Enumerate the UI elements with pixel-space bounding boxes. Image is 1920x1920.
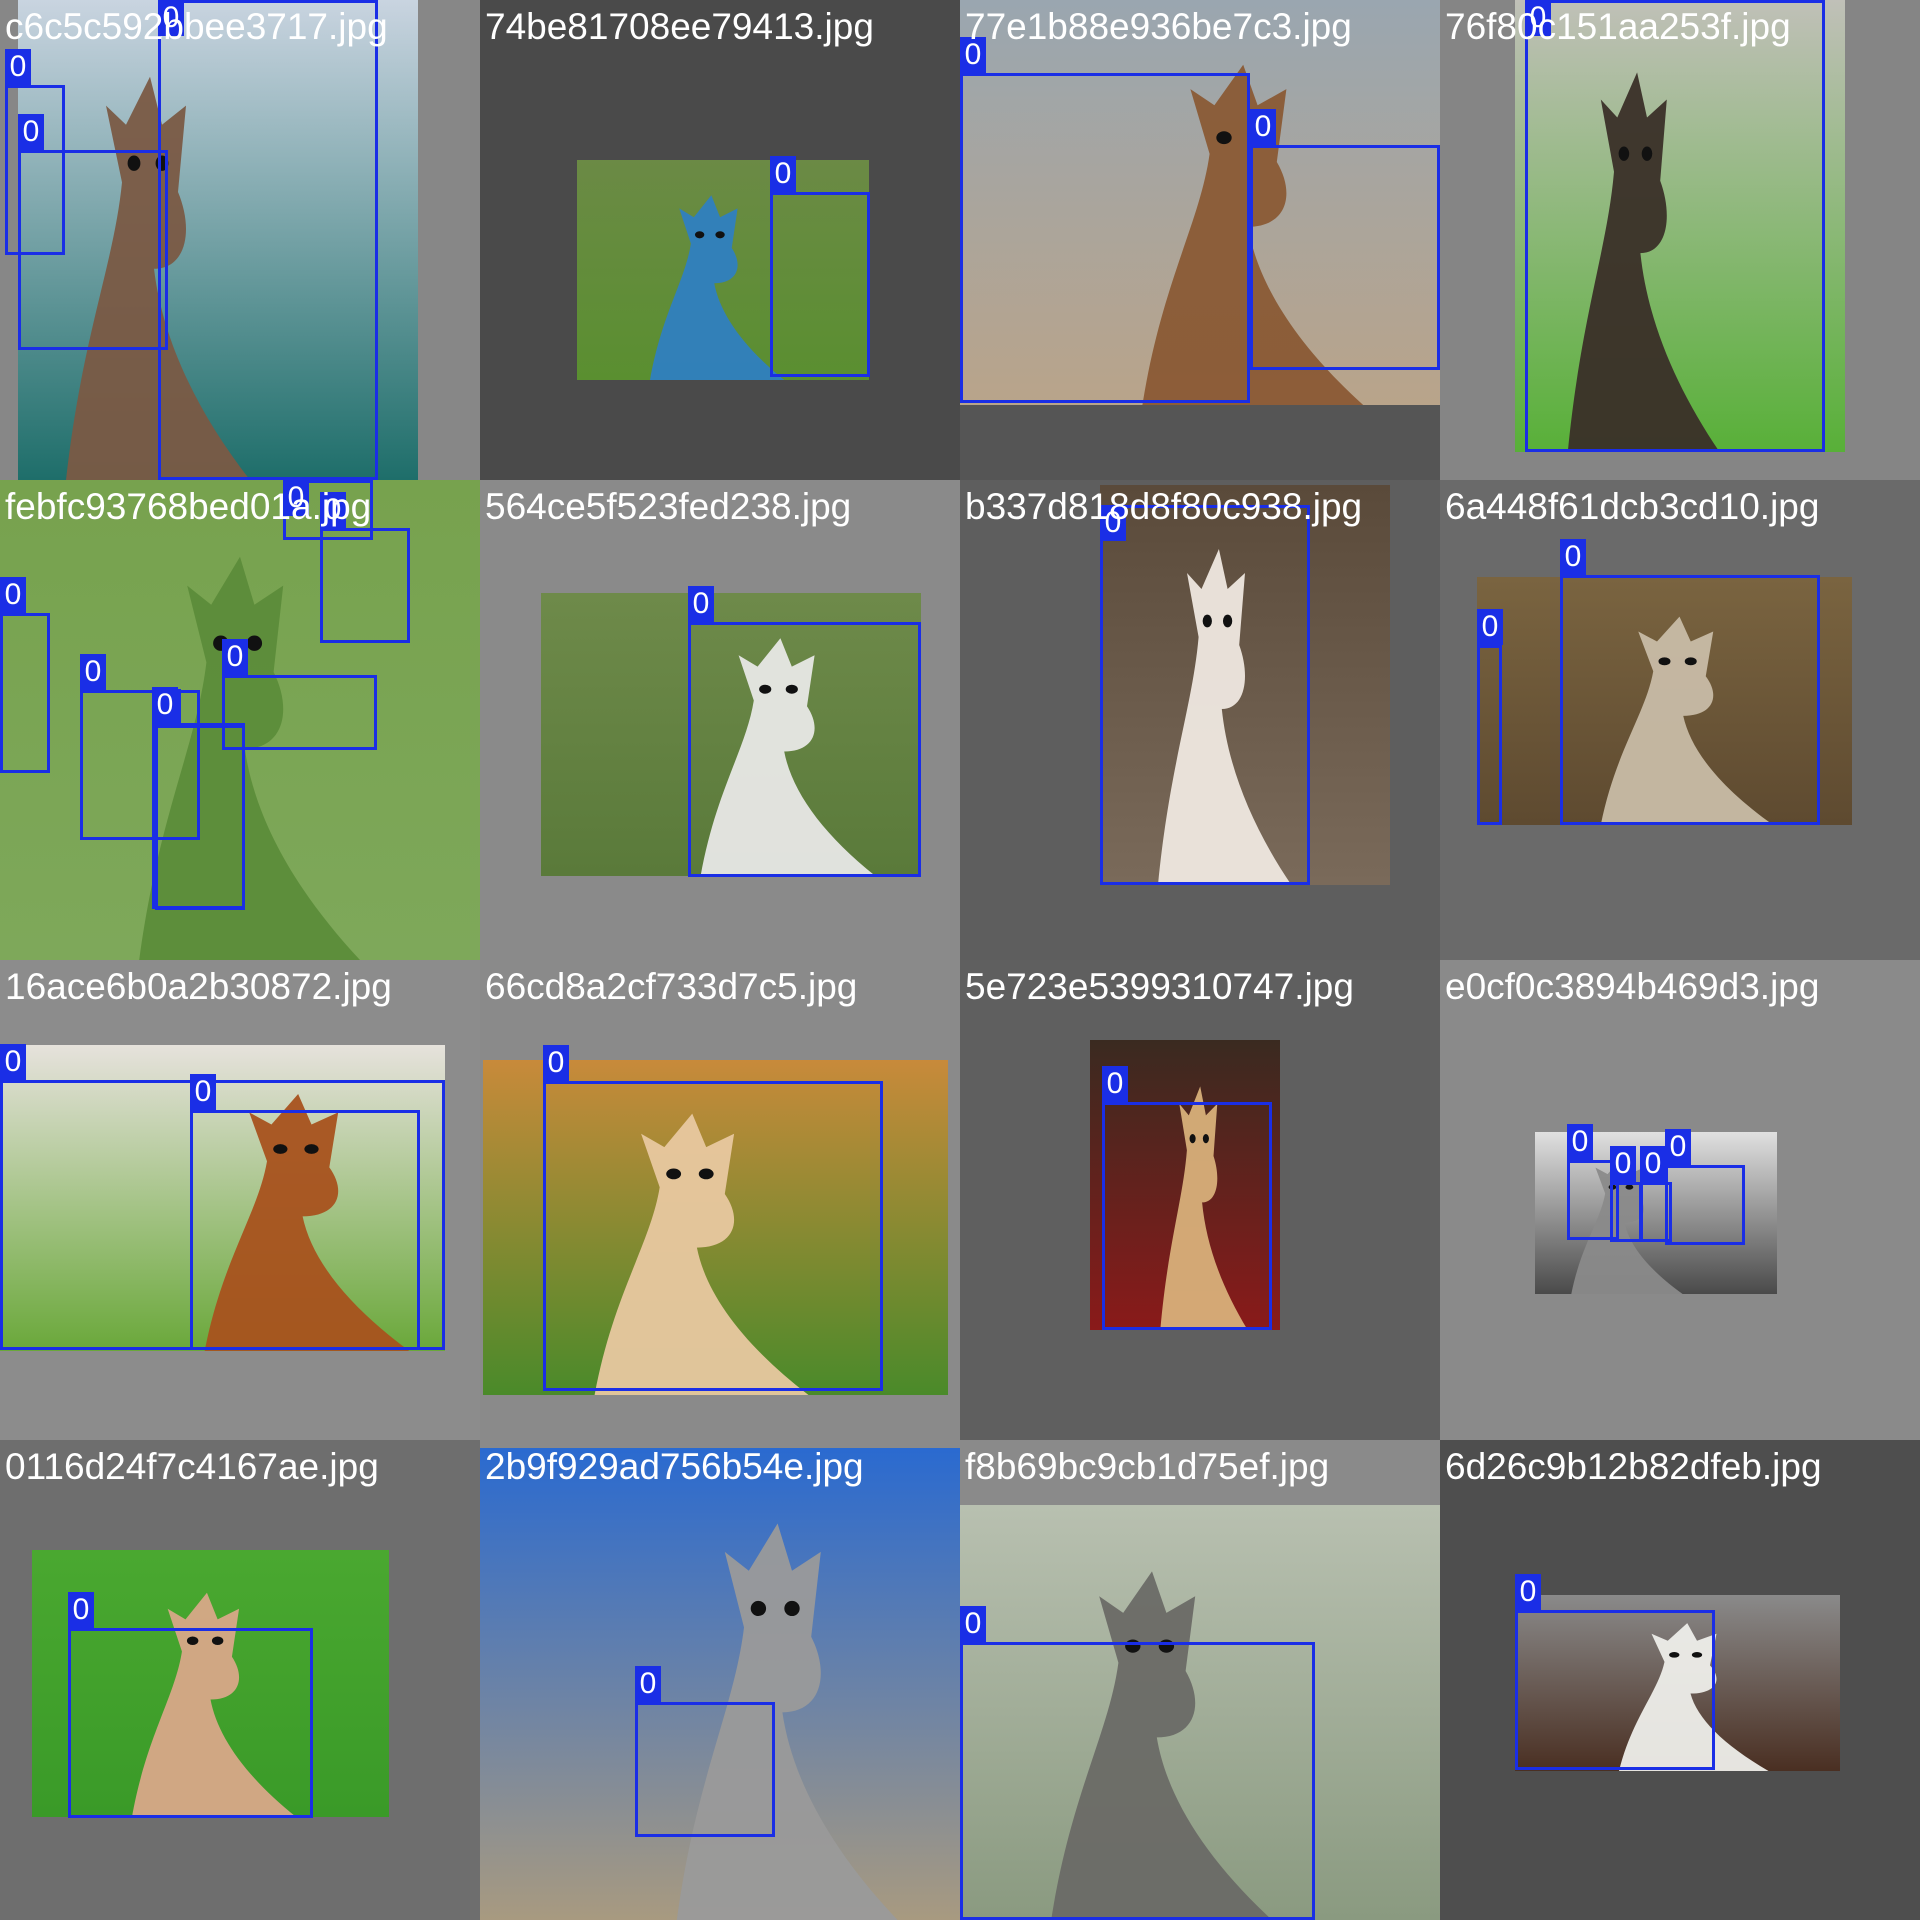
tile-filename: f8b69bc9cb1d75ef.jpg xyxy=(965,1446,1330,1487)
tile-filename: 16ace6b0a2b30872.jpg xyxy=(5,966,392,1007)
mosaic-tile: 0 76f80c151aa253f.jpg xyxy=(1440,0,1920,480)
detection-box: 0 xyxy=(1610,1146,1642,1242)
class-label: 0 xyxy=(1102,1066,1128,1102)
mosaic-tile: 0 b337d818d8f80c938.jpg xyxy=(960,480,1440,960)
class-label: 0 xyxy=(1640,1146,1666,1182)
tile-filename: 6d26c9b12b82dfeb.jpg xyxy=(1445,1446,1822,1487)
detection-box: 0 xyxy=(320,492,410,643)
tile-filename: 76f80c151aa253f.jpg xyxy=(1445,6,1791,47)
detection-box: 0 xyxy=(222,639,377,750)
tile-filename: febfc93768bed01a.jpg xyxy=(5,486,372,527)
mosaic-tile: 0 2b9f929ad756b54e.jpg xyxy=(480,1440,960,1920)
class-label: 0 xyxy=(1477,609,1503,645)
detection-box: 0 xyxy=(0,577,50,773)
detection-box: 0 xyxy=(1515,1574,1715,1770)
tile-filename: 6a448f61dcb3cd10.jpg xyxy=(1445,486,1820,527)
mosaic-tile: 0 66cd8a2cf733d7c5.jpg xyxy=(480,960,960,1440)
detection-box: 0 xyxy=(960,37,1250,403)
class-label: 0 xyxy=(770,156,796,192)
detection-box: 0 xyxy=(1250,109,1440,370)
detection-box: 0 xyxy=(1100,505,1310,885)
class-label: 0 xyxy=(190,1074,216,1110)
tile-filename: c6c5c592bbee3717.jpg xyxy=(5,6,388,47)
tile-filename: e0cf0c3894b469d3.jpg xyxy=(1445,966,1820,1007)
class-label: 0 xyxy=(1567,1124,1593,1160)
class-label: 0 xyxy=(635,1666,661,1702)
detection-box: 0 xyxy=(1477,609,1503,825)
tile-photo xyxy=(480,1448,960,1920)
class-label: 0 xyxy=(688,586,714,622)
mosaic-tile: 0 564ce5f523fed238.jpg xyxy=(480,480,960,960)
tile-filename: 74be81708ee79413.jpg xyxy=(485,6,874,47)
detection-box: 0 xyxy=(190,1074,420,1350)
detection-box: 0 xyxy=(635,1666,775,1837)
mosaic-tile: 0 f8b69bc9cb1d75ef.jpg xyxy=(960,1440,1440,1920)
mosaic-tile: 0 0 6a448f61dcb3cd10.jpg xyxy=(1440,480,1920,960)
class-label: 0 xyxy=(80,654,106,690)
mosaic-tile: 0 74be81708ee79413.jpg xyxy=(480,0,960,480)
detection-box: 0 xyxy=(152,687,245,909)
class-label: 0 xyxy=(152,687,178,723)
class-label: 0 xyxy=(543,1045,569,1081)
mosaic-tile: 0000000febfc93768bed01a.jpg xyxy=(0,480,480,960)
detection-box: 0 xyxy=(18,114,168,350)
class-label: 0 xyxy=(960,1606,986,1642)
detection-box: 0 xyxy=(688,586,921,877)
class-label: 0 xyxy=(0,577,26,613)
tile-filename: 5e723e5399310747.jpg xyxy=(965,966,1354,1007)
detection-box: 0 xyxy=(543,1045,883,1391)
class-label: 0 xyxy=(1610,1146,1636,1182)
mosaic-tile: 0 0 16ace6b0a2b30872.jpg xyxy=(0,960,480,1440)
class-label: 0 xyxy=(1250,109,1276,145)
detection-box: 0 xyxy=(1560,539,1820,825)
class-label: 0 xyxy=(222,639,248,675)
mosaic-tile: 0 6d26c9b12b82dfeb.jpg xyxy=(1440,1440,1920,1920)
mosaic-tile: 0 0 77e1b88e936be7c3.jpg xyxy=(960,0,1440,480)
class-label: 0 xyxy=(1665,1129,1691,1165)
class-label: 0 xyxy=(5,49,31,85)
class-label: 0 xyxy=(68,1592,94,1628)
class-label: 0 xyxy=(1560,539,1586,575)
mosaic-tile: 0 0116d24f7c4167ae.jpg xyxy=(0,1440,480,1920)
tile-filename: 2b9f929ad756b54e.jpg xyxy=(485,1446,864,1487)
tile-filename: 564ce5f523fed238.jpg xyxy=(485,486,852,527)
class-label: 0 xyxy=(18,114,44,150)
detection-box: 0 xyxy=(1665,1129,1745,1245)
detection-box: 0 xyxy=(1102,1066,1272,1330)
tile-filename: 0116d24f7c4167ae.jpg xyxy=(5,1446,379,1487)
mosaic-tile: 0 5e723e5399310747.jpg xyxy=(960,960,1440,1440)
detection-box: 0 xyxy=(960,1606,1315,1920)
tile-filename: b337d818d8f80c938.jpg xyxy=(965,486,1363,527)
class-label: 0 xyxy=(0,1044,26,1080)
detection-box: 0 xyxy=(158,0,378,480)
detection-box: 0 xyxy=(1525,0,1825,452)
class-label: 0 xyxy=(1515,1574,1541,1610)
mosaic-tile: 0 0 0 0 e0cf0c3894b469d3.jpg xyxy=(1440,960,1920,1440)
mosaic-tile: 0 0 0 c6c5c592bbee3717.jpg xyxy=(0,0,480,480)
detection-box: 0 xyxy=(68,1592,313,1818)
detection-mosaic: 0 0 0 c6c5c592bbee3717.jpg 0 74be81708ee79413… xyxy=(0,0,1920,1920)
detection-box: 0 xyxy=(770,156,870,377)
tile-filename: 66cd8a2cf733d7c5.jpg xyxy=(485,966,858,1007)
tile-filename: 77e1b88e936be7c3.jpg xyxy=(965,6,1352,47)
